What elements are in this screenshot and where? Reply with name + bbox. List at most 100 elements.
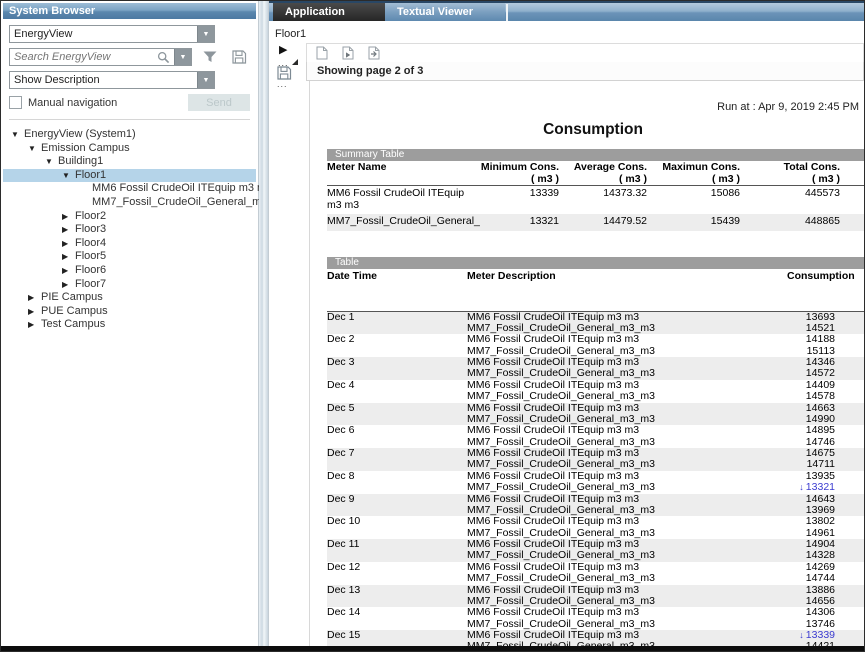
- tree-item-test-campus[interactable]: ▶Test Campus: [3, 318, 256, 332]
- detail-group-dec-8: Dec 8MM6 Fossil CrudeOil ITEquip m3 m313…: [327, 471, 864, 494]
- detail-date-cell: Dec 8: [327, 471, 467, 482]
- expanded-icon[interactable]: ▼: [11, 128, 24, 142]
- run-at-label: Run at : Apr 9, 2019 2:45 PM: [327, 101, 859, 113]
- expanded-icon[interactable]: ▼: [45, 155, 58, 169]
- save-report-button[interactable]: ...: [276, 65, 292, 83]
- expanded-icon[interactable]: ▼: [62, 169, 75, 183]
- detail-row: MM7_Fossil_CrudeOil_General_m3_m314744: [327, 573, 864, 584]
- detail-value-cell: 14306: [787, 607, 835, 618]
- detail-meter-cell: MM6 Fossil CrudeOil ITEquip m3 m3: [467, 334, 787, 345]
- header-unit: ( m3 ): [740, 174, 840, 186]
- chevron-down-icon[interactable]: ▼: [197, 72, 214, 88]
- tree-item-floor2[interactable]: ▶Floor2: [3, 210, 256, 224]
- tree-item-floor3[interactable]: ▶Floor3: [3, 223, 256, 237]
- tab-application-viewer[interactable]: Application Viewer: [273, 3, 385, 21]
- detail-date-cell: Dec 3: [327, 357, 467, 368]
- filter-icon[interactable]: [202, 49, 218, 65]
- header-label: Minimum Cons.: [474, 162, 559, 174]
- collapsed-icon[interactable]: ▶: [62, 264, 75, 278]
- search-icon[interactable]: [156, 50, 171, 65]
- collapsed-icon[interactable]: ▶: [62, 250, 75, 264]
- summary-row: MM7_Fossil_CrudeOil_General_1332114479.5…: [327, 214, 864, 231]
- summary-meter-name: MM7_Fossil_CrudeOil_General_: [327, 216, 474, 228]
- detail-group-dec-14: Dec 14MM6 Fossil CrudeOil ITEquip m3 m31…: [327, 607, 864, 630]
- tree-item-pie-campus[interactable]: ▶PIE Campus: [3, 291, 256, 305]
- view-select[interactable]: EnergyView ▼: [9, 25, 215, 43]
- tree-item-label: Test Campus: [41, 318, 105, 332]
- column-header-maximun-cons-: Maximun Cons.( m3 ): [647, 162, 740, 185]
- chevron-down-icon[interactable]: ▼: [197, 26, 214, 42]
- panel-splitter[interactable]: [259, 1, 269, 651]
- tree-item-mm7-fossil-crudeoil-general-m3-m3[interactable]: MM7_Fossil_CrudeOil_General_m3_m3: [3, 196, 256, 210]
- tree-item-floor4[interactable]: ▶Floor4: [3, 237, 256, 251]
- summary-min-value: 13339: [474, 188, 559, 211]
- detail-table-body: Dec 1MM6 Fossil CrudeOil ITEquip m3 m313…: [327, 312, 864, 652]
- ellipsis-dots: ...: [277, 82, 288, 86]
- detail-date-cell: [327, 482, 467, 493]
- tree-item-floor1[interactable]: ▼Floor1: [3, 169, 256, 183]
- column-header-minimum-cons-: Minimum Cons.( m3 ): [474, 162, 559, 185]
- report-page: Run at : Apr 9, 2019 2:45 PM Consumption…: [309, 81, 864, 651]
- tab-textual-viewer[interactable]: Textual Viewer: [385, 3, 505, 21]
- collapsed-icon[interactable]: ▶: [62, 237, 75, 251]
- report-title: Consumption: [327, 121, 859, 139]
- search-box[interactable]: ▼: [9, 48, 192, 66]
- summary-total-value: 445573: [740, 188, 840, 211]
- manual-navigation-checkbox[interactable]: [9, 96, 22, 109]
- tree-item-label: Floor4: [75, 237, 106, 251]
- page-export-icon[interactable]: [368, 46, 380, 60]
- detail-min-value-link[interactable]: ↓13321: [787, 482, 835, 493]
- collapsed-icon[interactable]: ▶: [62, 223, 75, 237]
- detail-value-cell: 14895: [787, 425, 835, 436]
- tree-item-floor5[interactable]: ▶Floor5: [3, 250, 256, 264]
- detail-row: Dec 2MM6 Fossil CrudeOil ITEquip m3 m314…: [327, 334, 864, 345]
- column-header-date-time: Date Time: [327, 269, 467, 311]
- detail-row: Dec 6MM6 Fossil CrudeOil ITEquip m3 m314…: [327, 425, 864, 436]
- detail-table-title: Table: [327, 257, 864, 269]
- header-unit: ( m3 ): [647, 174, 740, 186]
- detail-group-dec-4: Dec 4MM6 Fossil CrudeOil ITEquip m3 m314…: [327, 380, 864, 403]
- summary-table-body: MM6 Fossil CrudeOil ITEquip m3 m31333914…: [327, 186, 864, 231]
- collapsed-icon[interactable]: ▶: [62, 278, 75, 292]
- tab-divider: [506, 4, 508, 21]
- header-unit: ( m3 ): [474, 174, 559, 186]
- chevron-down-icon[interactable]: ▼: [174, 49, 191, 65]
- detail-group-dec-11: Dec 11MM6 Fossil CrudeOil ITEquip m3 m31…: [327, 539, 864, 562]
- detail-row: Dec 14MM6 Fossil CrudeOil ITEquip m3 m31…: [327, 607, 864, 618]
- tree-item-energyview-system1[interactable]: ▼EnergyView (System1): [3, 128, 256, 142]
- expanded-icon[interactable]: ▼: [28, 142, 41, 156]
- tree-item-floor7[interactable]: ▶Floor7: [3, 278, 256, 292]
- detail-date-cell: Dec 15: [327, 630, 467, 641]
- tree-item-mm6-fossil-crudeoil-itequip-m3-m3[interactable]: MM6 Fossil CrudeOil ITEquip m3 m3: [3, 182, 256, 196]
- corner-triangle-icon: [292, 59, 298, 65]
- detail-table-header: Date Time Meter Description Consumption …: [327, 269, 864, 312]
- tree-item-label: PIE Campus: [41, 291, 103, 305]
- detail-date-cell: Dec 7: [327, 448, 467, 459]
- page-play-icon[interactable]: [342, 46, 354, 60]
- collapsed-icon[interactable]: ▶: [28, 305, 41, 319]
- browser-controls: EnergyView ▼ ▼: [3, 19, 256, 120]
- summary-table-title: Summary Table: [327, 149, 864, 161]
- collapsed-icon[interactable]: ▶: [28, 318, 41, 332]
- tree-item-emission-campus[interactable]: ▼Emission Campus: [3, 142, 256, 156]
- run-report-button[interactable]: ▶ ...: [277, 45, 299, 65]
- tree-item-floor6[interactable]: ▶Floor6: [3, 264, 256, 278]
- tree-item-pue-campus[interactable]: ▶PUE Campus: [3, 305, 256, 319]
- save-filter-icon[interactable]: [231, 49, 247, 65]
- page-icon[interactable]: [316, 46, 328, 60]
- summary-avg-value: 14479.52: [559, 216, 647, 228]
- search-input[interactable]: [10, 49, 156, 65]
- detail-group-dec-9: Dec 9MM6 Fossil CrudeOil ITEquip m3 m314…: [327, 494, 864, 517]
- tree-item-building1[interactable]: ▼Building1: [3, 155, 256, 169]
- tree-item-label: Emission Campus: [41, 142, 130, 156]
- collapsed-icon[interactable]: ▶: [28, 291, 41, 305]
- tree-item-label: Floor6: [75, 264, 106, 278]
- tree-item-label: Building1: [58, 155, 103, 169]
- collapsed-icon[interactable]: ▶: [62, 210, 75, 224]
- send-button[interactable]: Send: [188, 94, 250, 111]
- view-select-value: EnergyView: [10, 26, 197, 42]
- tree-item-label: Floor5: [75, 250, 106, 264]
- detail-date-cell: Dec 12: [327, 562, 467, 573]
- description-select[interactable]: Show Description ▼: [9, 71, 215, 89]
- detail-date-cell: Dec 2: [327, 334, 467, 345]
